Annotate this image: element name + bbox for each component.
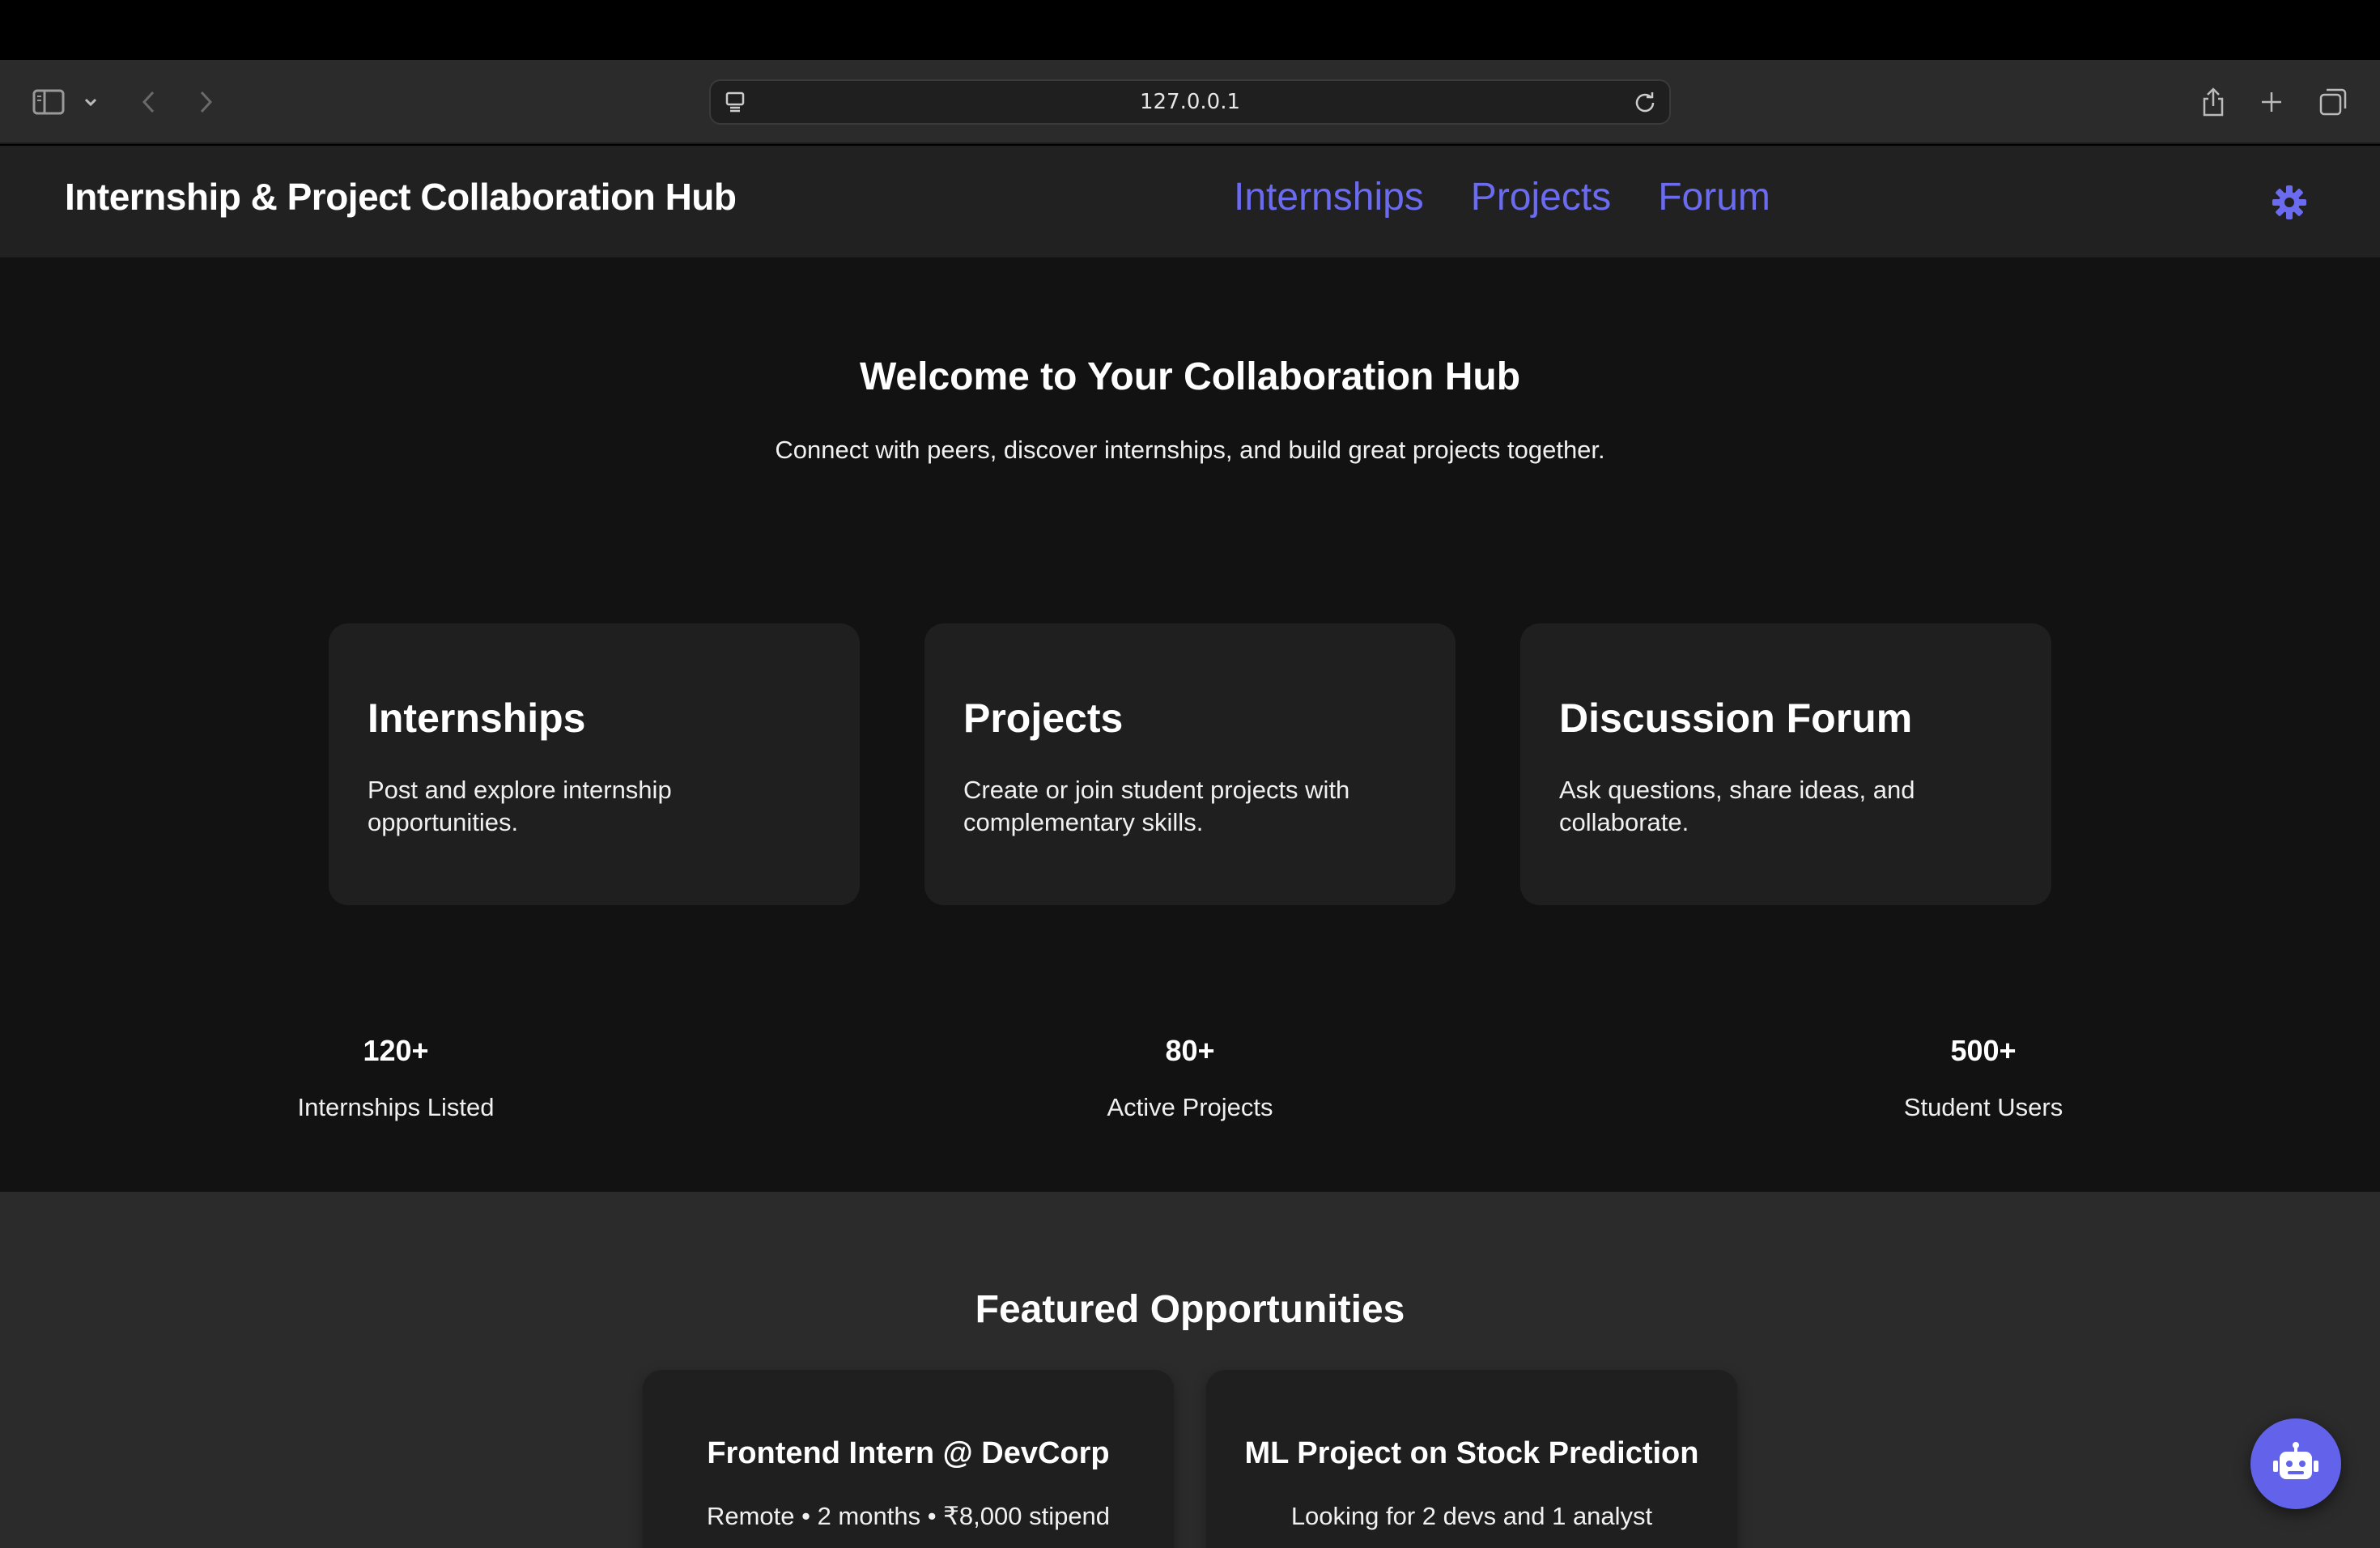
share-icon[interactable] — [2194, 83, 2233, 121]
opportunity-card[interactable]: Frontend Intern @ DevCorp Remote • 2 mon… — [643, 1370, 1174, 1548]
main-nav: Internships Projects Forum — [1234, 175, 1770, 219]
tab-overview-icon[interactable] — [2314, 83, 2352, 121]
stat-label: Student Users — [1903, 1093, 2063, 1121]
address-bar[interactable]: 127.0.0.1 — [709, 79, 1671, 125]
site-brand[interactable]: Internship & Project Collaboration Hub — [65, 175, 737, 219]
card-title: Internships — [368, 695, 586, 741]
stat-label: Internships Listed — [297, 1093, 495, 1121]
stat-number: 500+ — [1950, 1034, 2017, 1067]
forward-icon[interactable] — [186, 83, 225, 121]
feature-cards: Internships Post and explore internship … — [329, 623, 2051, 905]
browser-toolbar: 127.0.0.1 — [0, 60, 2380, 144]
gear-icon — [2272, 185, 2306, 219]
sidebar-toggle-icon[interactable] — [29, 83, 68, 121]
opportunity-card[interactable]: ML Project on Stock Prediction Looking f… — [1206, 1370, 1737, 1548]
os-top-bar — [0, 0, 2380, 60]
opportunity-title: ML Project on Stock Prediction — [1244, 1436, 1699, 1470]
card-title: Projects — [963, 695, 1124, 741]
hero-title: Welcome to Your Collaboration Hub — [859, 355, 1521, 398]
back-icon[interactable] — [130, 83, 168, 121]
chevron-down-icon[interactable] — [74, 83, 107, 121]
stat-users: 500+ Student Users — [1821, 1027, 2145, 1122]
nav-internships[interactable]: Internships — [1234, 175, 1424, 219]
new-tab-icon[interactable] — [2252, 83, 2291, 121]
reload-icon[interactable] — [1630, 87, 1660, 117]
address-text: 127.0.0.1 — [1139, 90, 1241, 114]
stat-number: 80+ — [1165, 1034, 1215, 1067]
card-description: Create or join student projects with com… — [963, 776, 1350, 836]
hero-section: Welcome to Your Collaboration Hub Connec… — [0, 257, 2380, 1192]
opportunity-cards: Frontend Intern @ DevCorp Remote • 2 mon… — [643, 1370, 1737, 1548]
card-discussion-forum[interactable]: Discussion Forum Ask questions, share id… — [1520, 623, 2051, 905]
stats-row: 120+ Internships Listed 80+ Active Proje… — [0, 1027, 2380, 1156]
featured-title: Featured Opportunities — [975, 1288, 1405, 1331]
stat-number: 120+ — [363, 1034, 429, 1067]
robot-icon — [2273, 1442, 2318, 1479]
opportunity-meta: Remote • 2 months • ₹8,000 stipend — [706, 1502, 1111, 1530]
hero-subtitle: Connect with peers, discover internships… — [775, 436, 1605, 464]
theme-toggle-button[interactable] — [2267, 180, 2312, 225]
stat-label: Active Projects — [1107, 1093, 1273, 1121]
opportunity-meta: Looking for 2 devs and 1 analyst — [1290, 1502, 1653, 1530]
featured-section: Featured Opportunities Frontend Intern @… — [0, 1192, 2380, 1548]
card-internships[interactable]: Internships Post and explore internship … — [329, 623, 860, 905]
site-header: Internship & Project Collaboration Hub I… — [0, 146, 2380, 257]
opportunity-title: Frontend Intern @ DevCorp — [707, 1436, 1110, 1470]
nav-projects[interactable]: Projects — [1471, 175, 1611, 219]
stat-internships: 120+ Internships Listed — [234, 1027, 558, 1122]
card-description: Ask questions, share ideas, and collabor… — [1559, 776, 1915, 836]
card-projects[interactable]: Projects Create or join student projects… — [924, 623, 1456, 905]
nav-forum[interactable]: Forum — [1658, 175, 1770, 219]
stat-projects: 80+ Active Projects — [1028, 1027, 1352, 1122]
chatbot-button[interactable] — [2250, 1418, 2341, 1509]
card-title: Discussion Forum — [1559, 695, 1913, 741]
card-description: Post and explore internship opportunitie… — [368, 776, 672, 836]
